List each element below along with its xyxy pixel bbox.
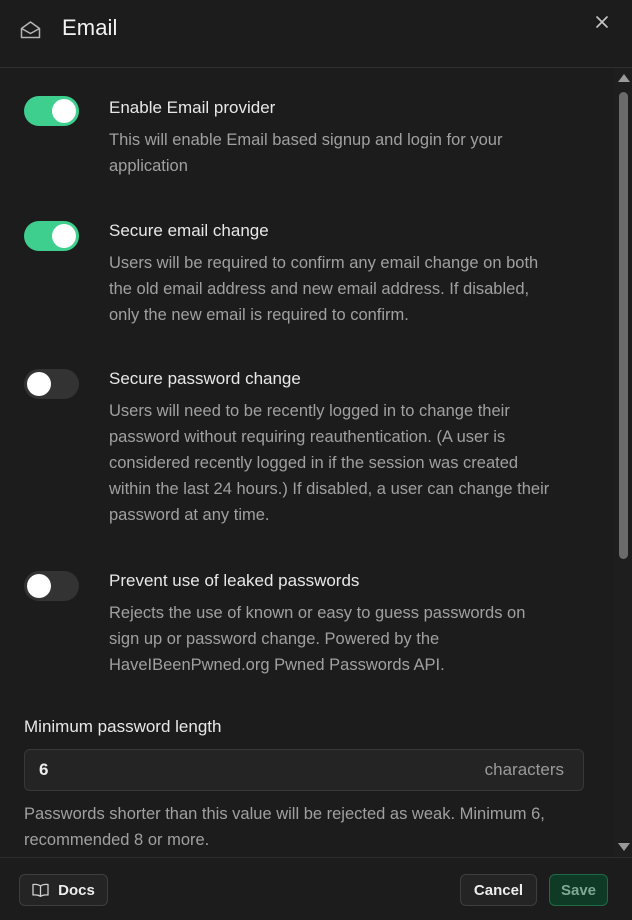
help-line: Passwords shorter than this value will b… bbox=[24, 805, 545, 823]
save-button[interactable]: Save bbox=[549, 874, 608, 906]
min-password-length-field: characters bbox=[24, 749, 584, 791]
vertical-scrollbar[interactable] bbox=[614, 68, 632, 857]
docs-button[interactable]: Docs bbox=[19, 874, 108, 906]
email-provider-panel: Email Enable Email provider This will en… bbox=[0, 0, 632, 920]
setting-label: Secure password change bbox=[109, 369, 301, 388]
secure-email-change-toggle[interactable] bbox=[24, 221, 79, 251]
description-line: Users will need to be recently logged in… bbox=[109, 402, 510, 420]
settings-scroll-area: Enable Email provider This will enable E… bbox=[0, 68, 614, 857]
description-line: the old email address and new email addr… bbox=[109, 280, 530, 298]
setting-description: Users will be required to confirm any em… bbox=[109, 250, 589, 328]
input-suffix: characters bbox=[484, 760, 564, 779]
setting-description: Users will need to be recently logged in… bbox=[109, 398, 589, 528]
secure-password-change-toggle[interactable] bbox=[24, 369, 79, 399]
setting-label: Prevent use of leaked passwords bbox=[109, 571, 360, 590]
description-line: application bbox=[109, 157, 188, 175]
description-line: considered recently logged in if the ses… bbox=[109, 454, 519, 472]
description-line: Users will be required to confirm any em… bbox=[109, 254, 539, 272]
description-line: This will enable Email based signup and … bbox=[109, 131, 503, 149]
description-line: password at any time. bbox=[109, 506, 270, 524]
setting-label: Enable Email provider bbox=[109, 98, 276, 117]
description-line: password without requiring reauthenticat… bbox=[109, 428, 506, 446]
min-password-length-help: Passwords shorter than this value will b… bbox=[24, 801, 594, 853]
scrollbar-thumb[interactable] bbox=[619, 92, 628, 559]
prevent-leaked-passwords-toggle[interactable] bbox=[24, 571, 79, 601]
toggle-knob bbox=[52, 224, 76, 248]
enable-email-provider-toggle[interactable] bbox=[24, 96, 79, 126]
toggle-knob bbox=[52, 99, 76, 123]
description-line: within the last 24 hours.) If disabled, … bbox=[109, 480, 550, 498]
docs-button-label: Docs bbox=[58, 881, 95, 899]
scroll-down-arrow-icon[interactable] bbox=[618, 843, 630, 851]
min-password-length-input[interactable] bbox=[39, 750, 459, 790]
cancel-button[interactable]: Cancel bbox=[460, 874, 537, 906]
setting-description: Rejects the use of known or easy to gues… bbox=[109, 600, 589, 678]
setting-description: This will enable Email based signup and … bbox=[109, 127, 589, 179]
panel-header: Email bbox=[0, 0, 632, 68]
description-line: sign up or password change. Powered by t… bbox=[109, 630, 440, 648]
close-icon[interactable] bbox=[594, 14, 610, 30]
scroll-up-arrow-icon[interactable] bbox=[618, 74, 630, 82]
min-password-length-label: Minimum password length bbox=[24, 717, 222, 736]
description-line: Rejects the use of known or easy to gues… bbox=[109, 604, 526, 622]
help-line: recommended 8 or more. bbox=[24, 831, 210, 849]
setting-label: Secure email change bbox=[109, 221, 269, 240]
toggle-knob bbox=[27, 574, 51, 598]
description-line: HaveIBeenPwned.org Pwned Passwords API. bbox=[109, 656, 445, 674]
book-open-icon bbox=[32, 883, 49, 897]
description-line: only the new email is required to confir… bbox=[109, 306, 409, 324]
panel-footer: Docs Cancel Save bbox=[0, 857, 632, 920]
toggle-knob bbox=[27, 372, 51, 396]
envelope-open-icon bbox=[20, 21, 41, 39]
page-title: Email bbox=[62, 15, 118, 40]
